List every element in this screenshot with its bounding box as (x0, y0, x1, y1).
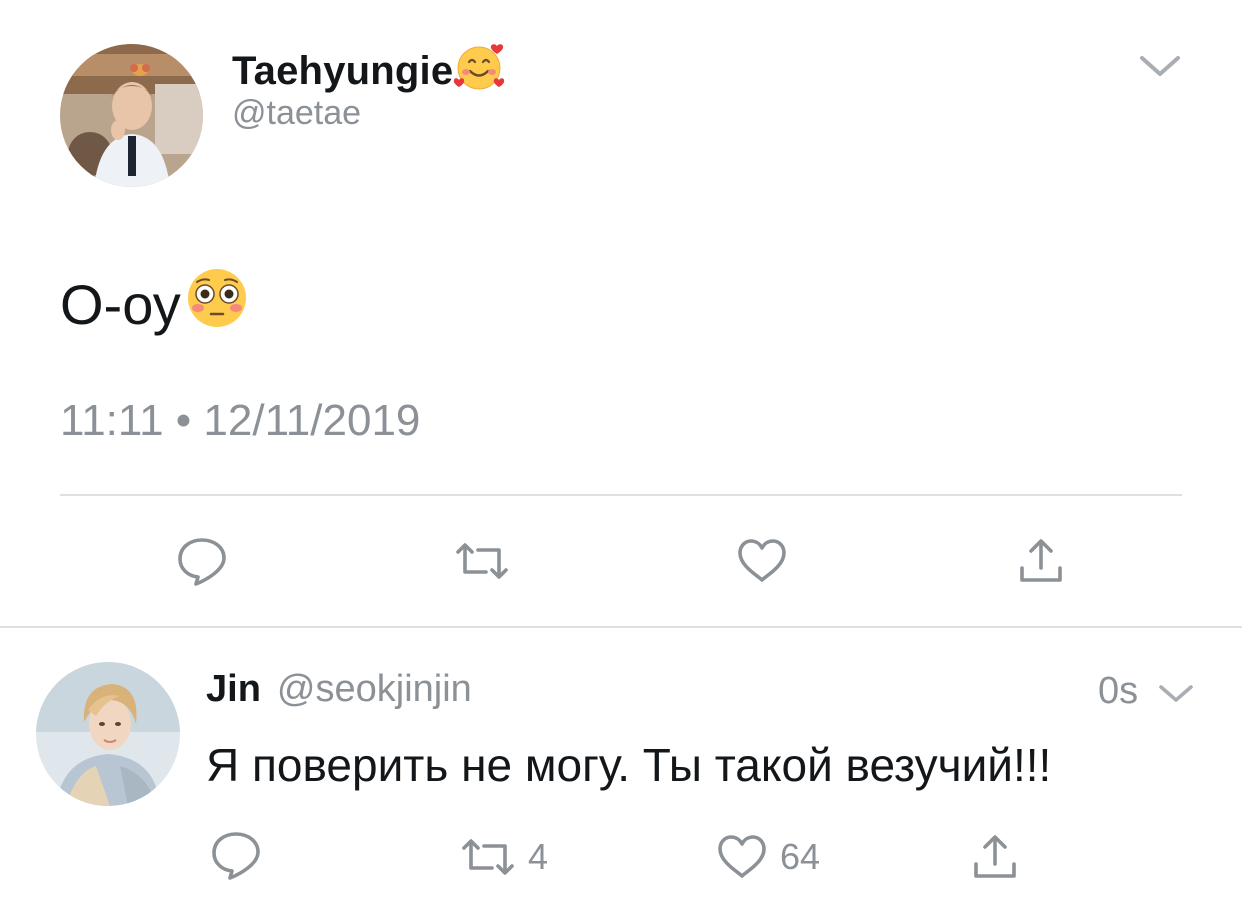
like-count: 64 (780, 836, 821, 877)
reply-icon (178, 538, 226, 586)
flushed-face-icon (185, 266, 249, 343)
heart-icon (738, 539, 786, 582)
reply-text: Я поверить не могу. Ты такой везучий!!! (206, 739, 1052, 791)
avatar-image (36, 662, 180, 806)
heart-icon (718, 835, 766, 878)
retweet-button[interactable] (454, 540, 510, 582)
chevron-down-icon[interactable] (1136, 48, 1184, 84)
reply-timestamp[interactable]: 0s (1098, 670, 1138, 713)
avatar[interactable] (36, 662, 180, 806)
tweet-timestamp[interactable]: 11:11 • 12/11/2019 (60, 396, 420, 446)
retweet-icon (456, 543, 508, 579)
divider (60, 494, 1182, 496)
reply-button[interactable] (210, 830, 262, 880)
retweet-icon (462, 839, 514, 875)
reply-header: Jin @seokjinjin (206, 668, 472, 711)
divider (0, 626, 1242, 628)
author-handle[interactable]: @taetae (232, 94, 361, 133)
reply-button[interactable] (176, 536, 228, 586)
avatar-image (60, 44, 203, 187)
smiling-face-with-hearts-icon (453, 40, 509, 102)
like-button[interactable] (736, 538, 788, 584)
reply-icon (212, 832, 260, 880)
share-icon (974, 835, 1016, 878)
retweet-button[interactable]: 4 (460, 836, 548, 878)
like-button[interactable]: 64 (716, 834, 820, 880)
share-icon (1020, 539, 1062, 582)
chevron-down-icon[interactable] (1156, 680, 1196, 708)
avatar[interactable] (60, 44, 203, 187)
share-button[interactable] (972, 834, 1018, 880)
author-name[interactable]: Taehyungie (232, 40, 509, 102)
retweet-count: 4 (528, 836, 549, 877)
main-tweet: Taehyungie @taetae О-оу 11:11 • 12/11/20… (0, 0, 1242, 628)
reply-author-handle[interactable]: @seokjinjin (277, 668, 472, 711)
reply-author-name[interactable]: Jin (206, 668, 261, 711)
tweet-text: О-оу (60, 266, 249, 343)
tweet-text-body: О-оу (60, 273, 181, 336)
author-name-text: Taehyungie (232, 48, 454, 93)
share-button[interactable] (1018, 538, 1064, 584)
